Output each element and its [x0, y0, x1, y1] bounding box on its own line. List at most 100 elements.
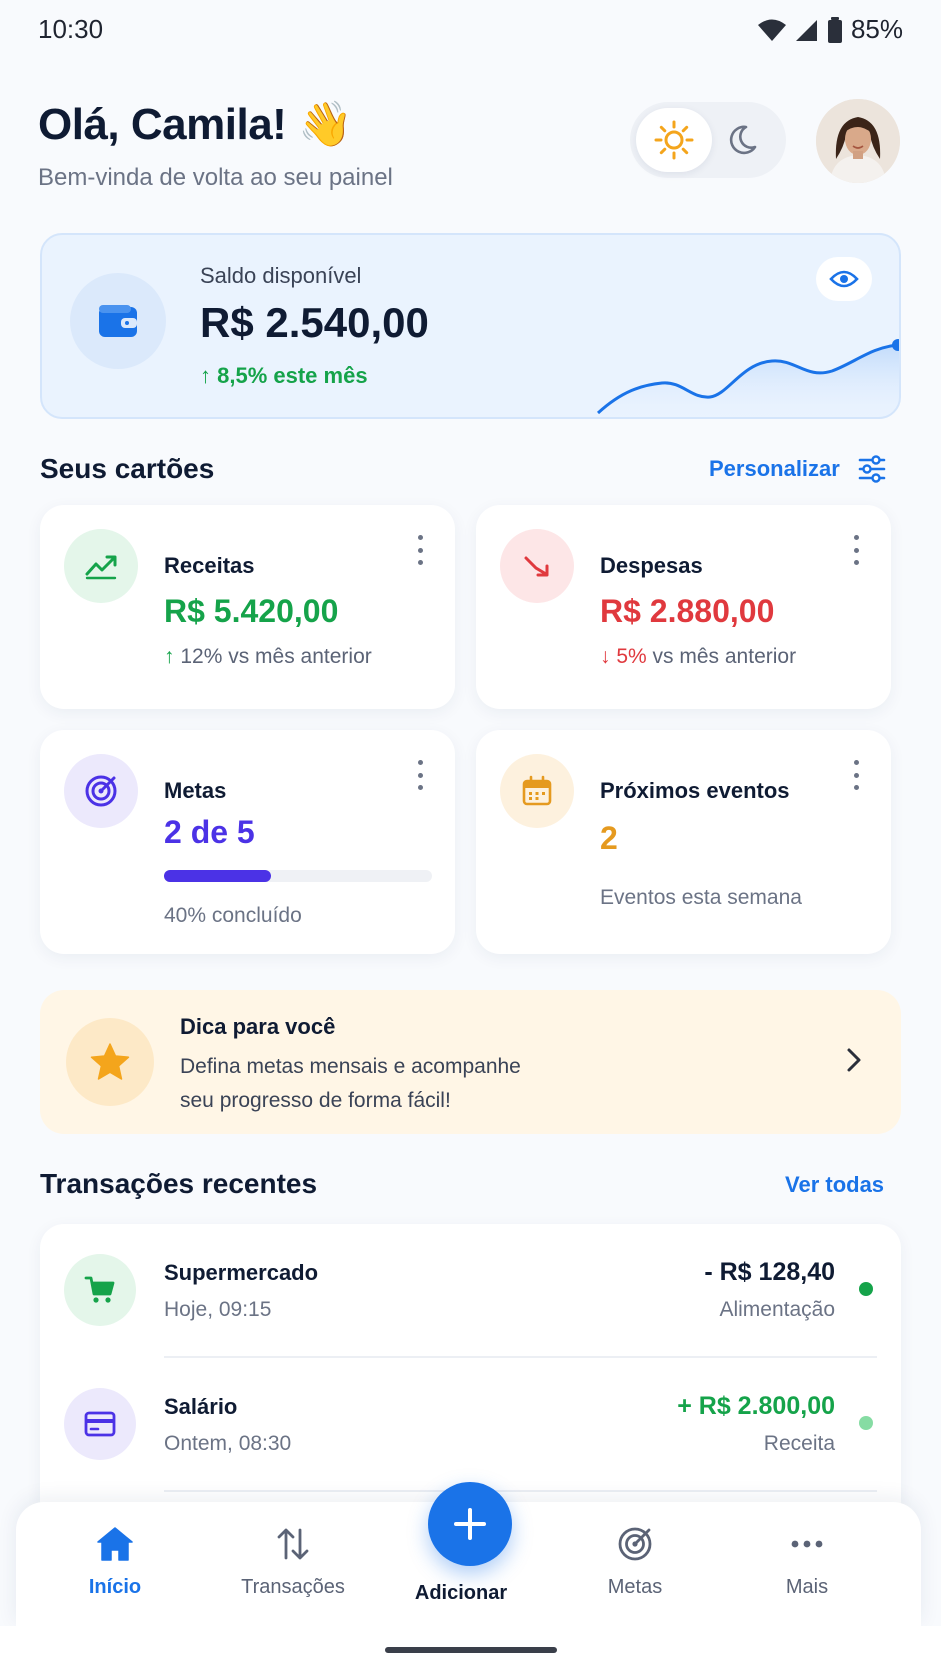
- eye-icon: [829, 270, 859, 288]
- arrow-down-icon: ↓: [600, 645, 611, 668]
- transaction-row[interactable]: Salário Ontem, 08:30 + R$ 2.800,00 Recei…: [40, 1358, 901, 1492]
- expense-note-text: vs mês anterior: [646, 645, 797, 668]
- divider: [164, 1490, 877, 1492]
- tip-banner[interactable]: Dica para você Defina metas mensais e ac…: [40, 990, 901, 1134]
- credit-card-icon: [84, 1411, 116, 1437]
- user-avatar[interactable]: [816, 99, 900, 183]
- nav-more[interactable]: Mais: [732, 1526, 882, 1599]
- expense-note-percent: 5%: [616, 645, 647, 668]
- battery-icon: [827, 16, 842, 43]
- nav-goals-label: Metas: [607, 1576, 663, 1598]
- goals-title: Metas: [164, 778, 227, 803]
- status-icons: 85%: [757, 14, 903, 45]
- target-icon: [618, 1527, 652, 1561]
- goals-progress-fill: [164, 870, 272, 882]
- events-card[interactable]: Próximos eventos 2 Eventos esta semana: [476, 730, 891, 954]
- income-note: ↑ 12% vs mês anterior: [164, 645, 372, 669]
- dark-mode-option[interactable]: [710, 108, 774, 172]
- expense-menu-button[interactable]: [851, 535, 861, 565]
- home-icon: [97, 1527, 133, 1561]
- nav-goals[interactable]: Metas: [560, 1526, 710, 1599]
- balance-label: Saldo disponível: [200, 263, 362, 288]
- income-note-text: 12% vs mês anterior: [180, 645, 372, 668]
- nav-add[interactable]: Adicionar: [386, 1582, 536, 1605]
- expense-value: R$ 2.880,00: [600, 593, 775, 629]
- transaction-name: Supermercado: [164, 1260, 319, 1285]
- balance-trend: ↑ 8,5% este mês: [200, 363, 368, 389]
- income-menu-button[interactable]: [415, 535, 425, 565]
- transactions-section-title: Transações recentes: [40, 1168, 318, 1199]
- income-icon-circle: [64, 529, 138, 603]
- transactions-list: Supermercado Hoje, 09:15 - R$ 128,40 Ali…: [40, 1224, 901, 1504]
- tip-title: Dica para você: [180, 1014, 336, 1039]
- arrow-up-icon: ↑: [200, 363, 211, 388]
- wifi-icon: [757, 19, 786, 41]
- balance-card[interactable]: Saldo disponível R$ 2.540,00 ↑ 8,5% este…: [40, 233, 901, 419]
- transaction-status-dot: [859, 1416, 873, 1430]
- status-bar: 10:30 85%: [0, 0, 941, 60]
- goals-card[interactable]: Metas 2 de 5 40% concluído: [40, 730, 455, 954]
- transaction-date: Hoje, 09:15: [164, 1298, 272, 1321]
- expense-card[interactable]: Despesas R$ 2.880,00 ↓ 5% vs mês anterio…: [476, 505, 891, 709]
- light-mode-option[interactable]: [636, 108, 712, 172]
- events-menu-button[interactable]: [851, 760, 861, 790]
- greeting-subtitle: Bem-vinda de volta ao seu painel: [38, 164, 393, 191]
- theme-toggle[interactable]: [630, 102, 786, 178]
- nav-home-label: Início: [88, 1576, 142, 1598]
- nav-transactions-label: Transações: [241, 1576, 345, 1598]
- signal-icon: [795, 19, 817, 41]
- expense-icon-circle: [500, 529, 574, 603]
- tip-text-line-2: seu progresso de forma fácil!: [180, 1089, 451, 1112]
- transaction-row[interactable]: Supermercado Hoje, 09:15 - R$ 128,40 Ali…: [40, 1224, 901, 1358]
- nav-home[interactable]: Início: [40, 1526, 190, 1599]
- transaction-status-dot: [859, 1282, 873, 1296]
- expense-title: Despesas: [600, 553, 703, 578]
- plus-icon: [454, 1508, 486, 1540]
- trending-up-icon: [85, 555, 117, 580]
- goals-icon-circle: [64, 754, 138, 828]
- customize-label: Personalizar: [709, 456, 840, 481]
- shopping-cart-icon: [84, 1276, 115, 1303]
- transaction-name: Salário: [164, 1394, 238, 1419]
- goals-note: 40% concluído: [164, 904, 302, 927]
- income-card[interactable]: Receitas R$ 5.420,00 ↑ 12% vs mês anteri…: [40, 505, 455, 709]
- home-indicator[interactable]: [385, 1647, 557, 1653]
- transaction-date: Ontem, 08:30: [164, 1432, 292, 1455]
- transaction-category: Alimentação: [719, 1298, 835, 1321]
- star-icon-circle: [66, 1018, 154, 1106]
- target-icon: [85, 775, 117, 807]
- transaction-amount: - R$ 128,40: [704, 1258, 835, 1286]
- status-time: 10:30: [38, 14, 104, 44]
- goals-menu-button[interactable]: [415, 760, 425, 790]
- wallet-icon-circle: [70, 273, 166, 369]
- transaction-icon-circle: [64, 1388, 136, 1460]
- swap-vertical-icon: [277, 1528, 309, 1560]
- sun-icon: [654, 120, 694, 160]
- income-title: Receitas: [164, 553, 255, 578]
- goals-value: 2 de 5: [164, 814, 255, 850]
- expense-note: ↓ 5% vs mês anterior: [600, 645, 796, 669]
- tip-text-line-1: Defina metas mensais e acompanhe: [180, 1055, 521, 1078]
- goals-progress-bar: [164, 870, 432, 882]
- add-button[interactable]: [428, 1482, 512, 1566]
- sliders-icon: [858, 455, 886, 483]
- balance-value: R$ 2.540,00: [200, 299, 429, 346]
- nav-transactions[interactable]: Transações: [218, 1526, 368, 1599]
- trending-down-icon: [524, 556, 549, 577]
- greeting-title: Olá, Camila! 👋: [38, 100, 353, 149]
- events-value: 2: [600, 820, 618, 856]
- tip-text: Defina metas mensais e acompanhe seu pro…: [180, 1050, 600, 1118]
- events-title: Próximos eventos: [600, 778, 790, 803]
- star-icon: [90, 1043, 130, 1080]
- balance-trend-text: 8,5% este mês: [217, 363, 368, 388]
- more-horizontal-icon: [791, 1540, 823, 1548]
- customize-button[interactable]: Personalizar: [709, 455, 886, 483]
- nav-add-label: Adicionar: [414, 1582, 508, 1604]
- arrow-up-icon: ↑: [164, 645, 175, 668]
- calendar-icon: [522, 775, 552, 806]
- chevron-right-icon: [847, 1048, 861, 1072]
- moon-icon: [729, 125, 757, 155]
- events-note: Eventos esta semana: [600, 886, 802, 909]
- wallet-icon: [99, 305, 137, 337]
- see-all-link[interactable]: Ver todas: [785, 1172, 884, 1198]
